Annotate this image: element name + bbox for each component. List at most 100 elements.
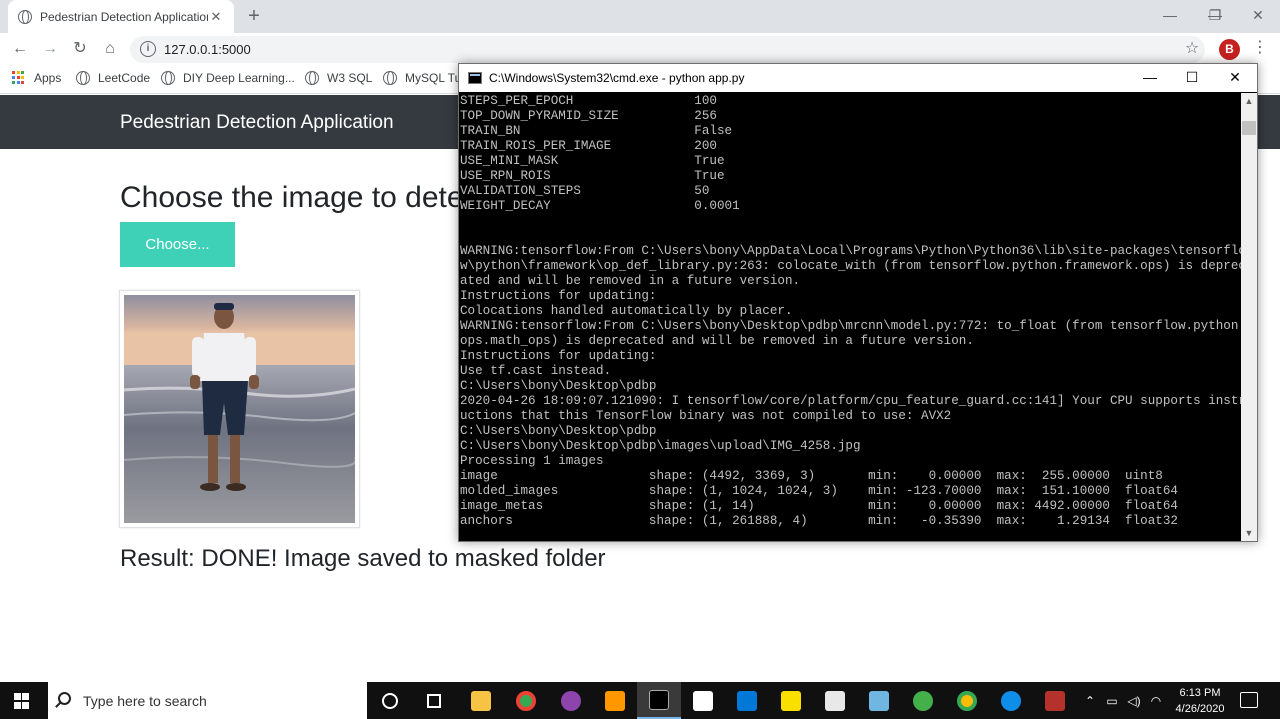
bookmark-label: W3 SQL	[327, 71, 373, 85]
cortana-icon[interactable]	[368, 682, 412, 719]
volume-icon[interactable]: ◁)	[1126, 682, 1142, 719]
forward-arrow-icon[interactable]: →	[38, 37, 62, 61]
globe-icon	[383, 71, 397, 85]
console-line: ated and will be removed in a future ver…	[460, 274, 801, 288]
bookmark-label: MySQL Tut	[405, 71, 465, 85]
winrar-icon[interactable]	[1033, 682, 1077, 719]
console-line: w\python\framework\op_def_library.py:263…	[460, 259, 1241, 273]
bookmark-leetcode[interactable]: LeetCode	[76, 71, 150, 85]
bookmark-star-icon[interactable]: ☆	[1182, 37, 1202, 61]
result-text: Result: DONE! Image saved to masked fold…	[120, 545, 606, 572]
page-heading: Choose the image to detect	[120, 181, 487, 214]
teamviewer-icon[interactable]	[989, 682, 1033, 719]
scroll-up-arrow-icon[interactable]: ▲	[1241, 93, 1257, 109]
apps-grid-icon	[12, 71, 26, 85]
globe-icon	[305, 71, 319, 85]
console-line: Use tf.cast instead.	[460, 364, 612, 378]
anaconda-icon[interactable]	[901, 682, 945, 719]
chrome-alt-icon[interactable]	[945, 682, 989, 719]
tab-strip: Pedestrian Detection Application ✕ + —	[0, 0, 1280, 33]
cmd-close-button[interactable]: ✕	[1214, 64, 1256, 92]
choose-file-button[interactable]: Choose...	[120, 222, 235, 267]
new-tab-button[interactable]: +	[243, 4, 265, 28]
home-icon[interactable]: ⌂	[98, 37, 122, 61]
url-text: 127.0.0.1:5000	[164, 42, 251, 57]
console-output[interactable]: STEPS_PER_EPOCH 100 TOP_DOWN_PYRAMID_SIZE…	[459, 93, 1241, 541]
search-placeholder: Type here to search	[83, 693, 207, 709]
globe-icon	[18, 9, 32, 24]
app-icon[interactable]	[857, 682, 901, 719]
console-line: C:\Users\bony\Desktop\pdbp\images\upload…	[460, 439, 861, 453]
taskbar-clock[interactable]: 6:13 PM 4/26/2020	[1170, 685, 1230, 717]
task-view-icon[interactable]	[412, 682, 456, 719]
tab-close-icon[interactable]: ✕	[208, 9, 224, 25]
console-line: Instructions for updating:	[460, 349, 657, 363]
reload-icon[interactable]: ↻	[68, 37, 92, 61]
sticky-notes-icon[interactable]	[769, 682, 813, 719]
sublime-text-icon[interactable]	[593, 682, 637, 719]
scroll-down-arrow-icon[interactable]: ▼	[1241, 525, 1257, 541]
cmd-minimize-button[interactable]: —	[1129, 64, 1171, 92]
tray-chevron-icon[interactable]: ⌃	[1082, 682, 1098, 719]
console-line: C:\Users\bony\Desktop\pdbp	[460, 379, 657, 393]
info-icon[interactable]: i	[140, 41, 156, 57]
console-line: USE_RPN_ROIS True	[460, 169, 725, 183]
file-explorer-icon[interactable]	[459, 682, 503, 719]
console-line: C:\Users\bony\Desktop\pdbp	[460, 424, 657, 438]
cmd-scrollbar[interactable]: ▲ ▼	[1241, 93, 1257, 541]
console-line: molded_images shape: (1, 1024, 1024, 3) …	[460, 484, 1178, 498]
navbar-brand[interactable]: Pedestrian Detection Application	[120, 112, 394, 134]
console-line: image shape: (4492, 3369, 3) min: 0.0000…	[460, 469, 1163, 483]
scroll-thumb[interactable]	[1242, 121, 1256, 135]
clock-time: 6:13 PM	[1179, 687, 1221, 699]
browser-close-button[interactable]: ✕	[1236, 0, 1280, 30]
browser-toolbar: ← → ↻ ⌂ i 127.0.0.1:5000 ☆ B ⋮	[0, 33, 1280, 65]
pedestrian-photo	[123, 295, 357, 523]
globe-icon	[161, 71, 175, 85]
console-line: WARNING:tensorflow:From C:\Users\bony\De…	[460, 319, 1241, 333]
console-line: uctions that this TensorFlow binary was …	[460, 409, 952, 423]
profile-avatar[interactable]: B	[1219, 39, 1240, 60]
console-line: Instructions for updating:	[460, 289, 657, 303]
battery-icon[interactable]: ▭	[1104, 682, 1120, 719]
cmd-titlebar[interactable]: C:\Windows\System32\cmd.exe - python app…	[459, 64, 1257, 92]
wifi-icon[interactable]: ◠	[1148, 682, 1164, 719]
console-line: WEIGHT_DECAY 0.0001	[460, 199, 740, 213]
bookmark-w3-sql[interactable]: W3 SQL	[305, 71, 372, 85]
browser-maximize-button[interactable]: ❐	[1193, 0, 1237, 30]
globe-icon	[76, 71, 90, 85]
cmd-icon	[468, 72, 482, 84]
vscode-icon[interactable]	[725, 682, 769, 719]
notification-icon[interactable]	[1240, 692, 1258, 708]
chrome-icon[interactable]	[504, 682, 548, 719]
bookmark-mysql[interactable]: MySQL Tut	[383, 71, 465, 85]
back-arrow-icon[interactable]: ←	[8, 37, 32, 61]
bookmark-label: DIY Deep Learning...	[183, 71, 295, 85]
bookmark-label: Apps	[34, 71, 62, 85]
cmd-taskbar-icon[interactable]	[637, 682, 681, 719]
browser-minimize-button[interactable]: —	[1148, 0, 1192, 30]
console-line: TOP_DOWN_PYRAMID_SIZE 256	[460, 109, 717, 123]
uploaded-image	[119, 290, 360, 528]
media-app-icon[interactable]	[549, 682, 593, 719]
console-line: 2020-04-26 18:09:07.121090: I tensorflow…	[460, 394, 1241, 408]
kebab-menu-icon[interactable]: ⋮	[1252, 37, 1268, 61]
windows-taskbar: Type here to search ⌃ ▭ ◁) ◠ 6:13 PM 4/2…	[0, 682, 1280, 719]
console-line: Processing 1 images	[460, 454, 604, 468]
windows-start-icon[interactable]	[14, 693, 30, 709]
taskbar-search-box[interactable]: Type here to search	[48, 682, 367, 719]
console-line: STEPS_PER_EPOCH 100	[460, 94, 717, 108]
console-line: VALIDATION_STEPS 50	[460, 184, 710, 198]
cmd-window[interactable]: C:\Windows\System32\cmd.exe - python app…	[458, 63, 1258, 542]
cmd-title: C:\Windows\System32\cmd.exe - python app…	[489, 71, 745, 85]
browser-tab[interactable]: Pedestrian Detection Application ✕	[8, 0, 234, 33]
store-icon[interactable]	[681, 682, 725, 719]
console-line: anchors shape: (1, 261888, 4) min: -0.35…	[460, 514, 1178, 528]
address-bar[interactable]: i 127.0.0.1:5000	[130, 36, 1205, 63]
bookmark-apps[interactable]: Apps	[12, 71, 61, 85]
document-icon[interactable]	[813, 682, 857, 719]
cmd-maximize-button[interactable]: ☐	[1171, 64, 1213, 92]
bookmark-diy-deep-learning[interactable]: DIY Deep Learning...	[161, 71, 295, 85]
